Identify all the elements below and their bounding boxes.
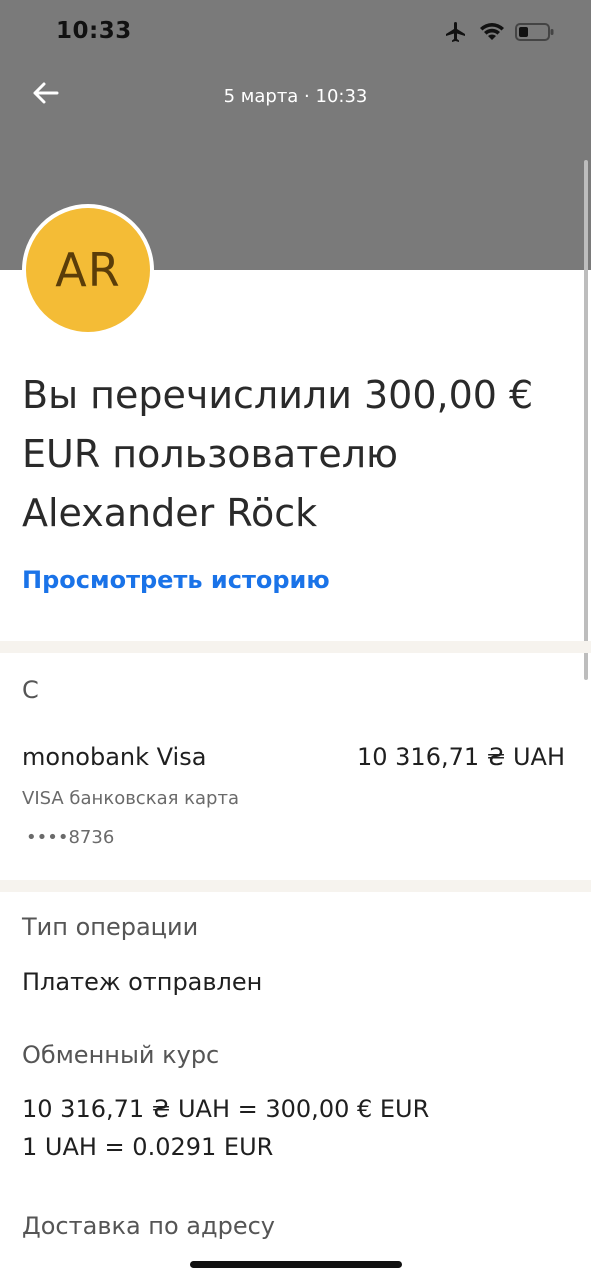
battery-icon bbox=[515, 22, 555, 46]
exchange-rate-label: Обменный курс bbox=[22, 1041, 220, 1069]
card-amount: 10 316,71 ₴ UAH bbox=[356, 743, 565, 771]
view-history-link[interactable]: Просмотреть историю bbox=[22, 566, 330, 594]
status-time: 10:33 bbox=[56, 18, 132, 44]
source-label: С bbox=[22, 676, 39, 704]
section-divider bbox=[0, 641, 591, 653]
avatar-initials: AR bbox=[55, 243, 121, 297]
delivery-address-label: Доставка по адресу bbox=[22, 1212, 275, 1240]
exchange-rate-unit-line: 1 UAH = 0.0291 EUR bbox=[22, 1133, 274, 1161]
card-name[interactable]: monobank Visa bbox=[22, 743, 206, 771]
airplane-icon bbox=[443, 20, 469, 48]
section-divider bbox=[0, 880, 591, 892]
scrollbar[interactable] bbox=[584, 160, 588, 680]
card-number-mask: ••••8736 bbox=[26, 827, 115, 848]
operation-type-value: Платеж отправлен bbox=[22, 968, 263, 996]
status-icons bbox=[443, 20, 555, 48]
home-indicator bbox=[190, 1261, 402, 1268]
status-bar: 10:33 bbox=[0, 0, 591, 66]
avatar: AR bbox=[22, 204, 154, 336]
header-date: 5 марта · 10:33 bbox=[223, 86, 368, 107]
operation-type-label: Тип операции bbox=[22, 913, 199, 941]
exchange-rate-line: 10 316,71 ₴ UAH = 300,00 € EUR bbox=[22, 1095, 430, 1123]
wifi-icon bbox=[479, 21, 505, 47]
transfer-headline: Вы перечислили 300,00 € EUR пользователю… bbox=[22, 373, 534, 535]
card-type: VISA банковская карта bbox=[22, 788, 240, 809]
